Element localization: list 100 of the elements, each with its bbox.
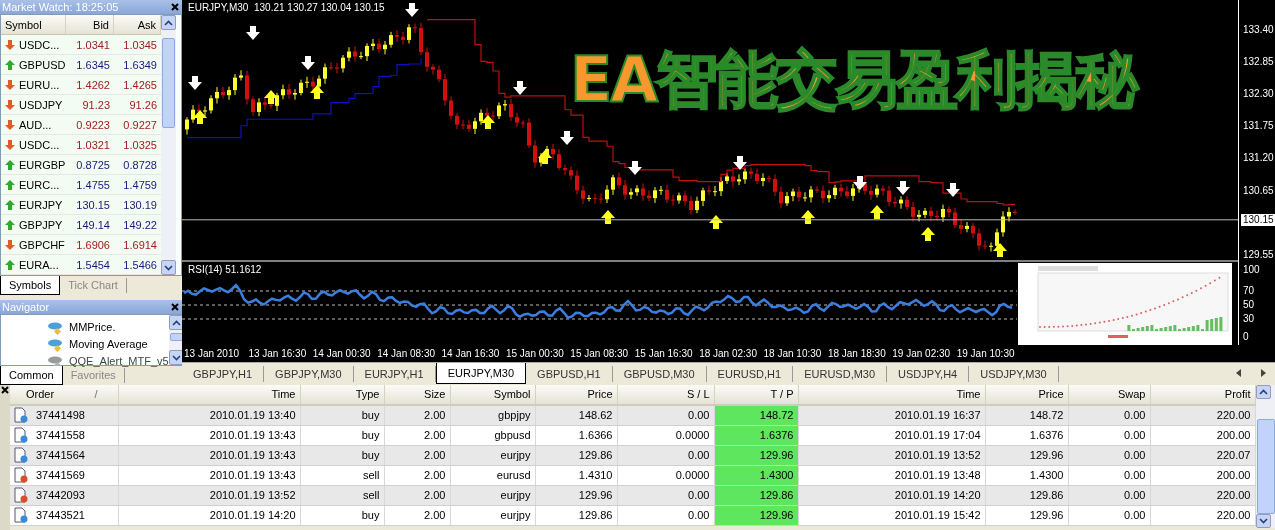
chart-tab[interactable]: USDJPY,H4 [887,366,970,382]
symbol-name: EURC... [19,177,60,193]
ask-price: 91.26 [128,98,158,113]
scrollbar-thumb[interactable] [1256,419,1275,514]
time-axis-label: 15 Jan 16:30 [634,347,694,361]
time-axis-label: 14 Jan 00:30 [312,347,372,361]
navigator-item[interactable]: QQE_Alert_MTF_v5 [69,353,169,370]
buy-signal-arrow-icon [870,205,884,219]
buy-signal-arrow-icon [921,227,935,241]
order-number: 37441564 [36,447,85,463]
price-axis-label: 130.65 [1243,184,1274,196]
time-axis-label: 14 Jan 08:30 [377,347,436,361]
ask-price: 0.8728 [122,158,158,173]
navigator-item[interactable]: MMPrice. [69,319,116,336]
indicator-axis-label: 30 [1243,313,1255,324]
scrollbar-thumb[interactable] [162,38,175,128]
sell-signal-arrow-icon [560,131,574,145]
time-axis-label: 18 Jan 18:30 [827,347,887,361]
close-icon[interactable] [171,303,179,311]
sell-signal-arrow-icon [405,3,419,17]
panel-title: Navigator [2,300,50,314]
close-icon[interactable] [171,3,179,11]
symbol-name: EURJPY [19,197,63,213]
chart-tab[interactable]: GBPUSD,M30 [612,366,707,382]
chart-tab[interactable]: USDJPY,M30 [969,366,1059,382]
chevron-up-icon [164,19,173,26]
column-header[interactable]: Bid [66,15,114,34]
buy-signal-arrow-icon [481,115,495,129]
buy-signal-arrow-icon [538,150,552,164]
symbol-name: GBPJPY [19,217,63,233]
sell-signal-arrow-icon [946,183,960,197]
panel-tab[interactable]: Common [0,366,63,385]
ask-price: 130.19 [122,198,158,213]
column-header[interactable]: Time [798,385,985,405]
current-price-label: 130.15 [1241,213,1275,226]
indicator-axis-label: 0 [1243,331,1249,342]
column-header[interactable]: Symbol [450,385,535,405]
chart-tab[interactable]: EURUSD,M30 [793,366,888,382]
column-header[interactable]: S / L [617,385,714,405]
price-axis-label: 131.75 [1243,120,1274,132]
chart-tab[interactable]: GBPJPY,H1 [182,366,265,382]
column-header[interactable]: Order / [10,385,118,405]
order-number: 37441569 [36,467,85,483]
buy-signal-arrow-icon [993,243,1007,257]
bid-price: 1.0341 [75,38,111,53]
bid-price: 0.9223 [75,118,111,133]
order-number: 37441558 [36,427,85,443]
scroll-down-button[interactable] [161,260,176,275]
chart-header: EURJPY,M30 130.21 130.27 130.04 130.15 [188,2,385,14]
time-axis-label: 18 Jan 02:30 [699,347,758,361]
triangle-left-icon[interactable] [1235,369,1243,377]
bid-price: 130.15 [75,198,111,213]
buy-signal-arrow-icon [601,210,615,224]
indicator-axis-label: 70 [1243,285,1255,296]
column-header[interactable]: Time [118,385,300,405]
sort-indicator: / [94,387,99,403]
chart-tab[interactable]: EURJPY,H1 [353,366,436,382]
indicator-axis-label: 50 [1243,299,1255,310]
bid-price: 1.4755 [75,178,111,193]
scroll-up-button[interactable] [161,15,176,30]
symbol-name: EURGBP [19,157,66,173]
sell-signal-arrow-icon [301,56,315,70]
column-header[interactable]: Symbol [1,15,66,34]
symbol-name: GBPUSD [19,57,66,73]
chevron-down-icon [1258,518,1268,524]
buy-signal-arrow-icon [709,215,723,229]
column-header[interactable]: Swap [1068,385,1150,405]
panel-tab[interactable]: Symbols [0,276,61,295]
ask-price: 1.0345 [122,38,158,53]
bid-price: 1.0321 [75,138,111,153]
ask-price: 1.4265 [122,78,158,93]
time-axis-label: 15 Jan 00:30 [505,347,565,361]
column-header[interactable]: Profit [1150,385,1255,405]
chart-tab[interactable]: GBPUSD,H1 [526,366,613,382]
close-icon[interactable] [1,386,9,394]
triangle-right-icon[interactable] [1259,369,1267,377]
chart-tab[interactable]: EURJPY,M30 [435,363,527,384]
column-header[interactable]: Price [535,385,617,405]
bid-price: 1.5454 [75,258,111,273]
sell-signal-arrow-icon [628,161,642,175]
sell-signal-arrow-icon [188,76,202,90]
chevron-down-icon [164,264,173,271]
time-axis-label: 14 Jan 16:30 [441,347,501,361]
order-number: 37442093 [36,487,85,503]
bid-price: 149.14 [75,218,111,233]
column-header[interactable]: Price [985,385,1068,405]
sell-signal-arrow-icon [896,181,910,195]
time-axis-label: 19 Jan 10:30 [956,347,1016,361]
chart-tab[interactable]: GBPJPY,M30 [264,366,354,382]
navigator-item[interactable]: Moving Average [69,336,148,353]
order-number: 37441498 [36,408,85,423]
column-header[interactable]: Type [300,385,384,405]
indicator-axis-label: 100 [1243,264,1260,275]
scrollbar-thumb[interactable] [169,333,183,341]
chart-tab[interactable]: EURUSD,H1 [706,366,794,382]
column-header[interactable]: Size [384,385,450,405]
indicator-header: RSI(14) 51.1612 [188,264,262,276]
time-axis-label: 15 Jan 08:30 [570,347,630,361]
symbol-name: USDJPY [19,97,63,113]
column-header[interactable]: T / P [714,385,798,405]
